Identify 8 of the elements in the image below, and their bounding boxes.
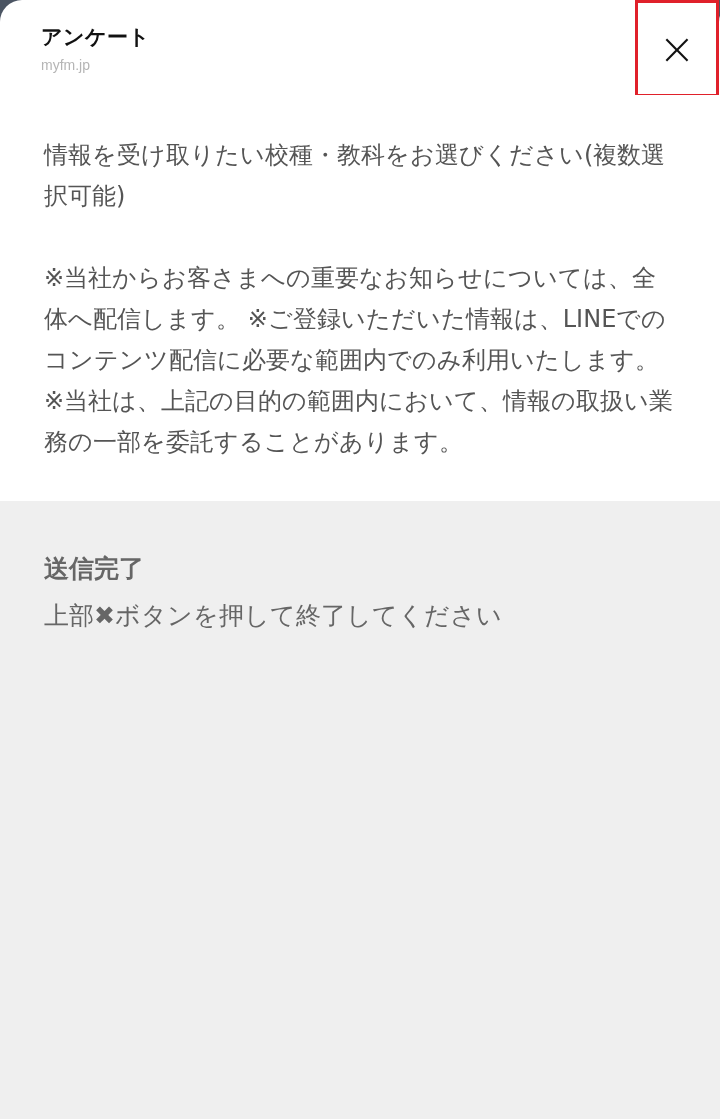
completion-title: 送信完了 — [44, 553, 145, 585]
notice-text: ※当社は、上記の目的の範囲内において、情報の取扱い業務の一部を委託することがあります。 — [44, 386, 675, 458]
page-title: アンケート — [41, 23, 151, 51]
close-button[interactable]: × — [635, 0, 719, 97]
instruction-text: 情報を受け取りたい校種・教科をお選びください(複数選択可能) — [44, 140, 667, 212]
completion-message: 上部✖ボタンを押して終了してください — [44, 600, 503, 632]
notice-text: ※当社からお客さまへの重要なお知らせについては、全体へ配信します。 ※ご登録いただいた情報は、LINEでのコンテンツ配信に必要な範囲内でのみ利用いたします。 — [44, 263, 668, 376]
page-url: myfm.jp — [41, 56, 91, 73]
